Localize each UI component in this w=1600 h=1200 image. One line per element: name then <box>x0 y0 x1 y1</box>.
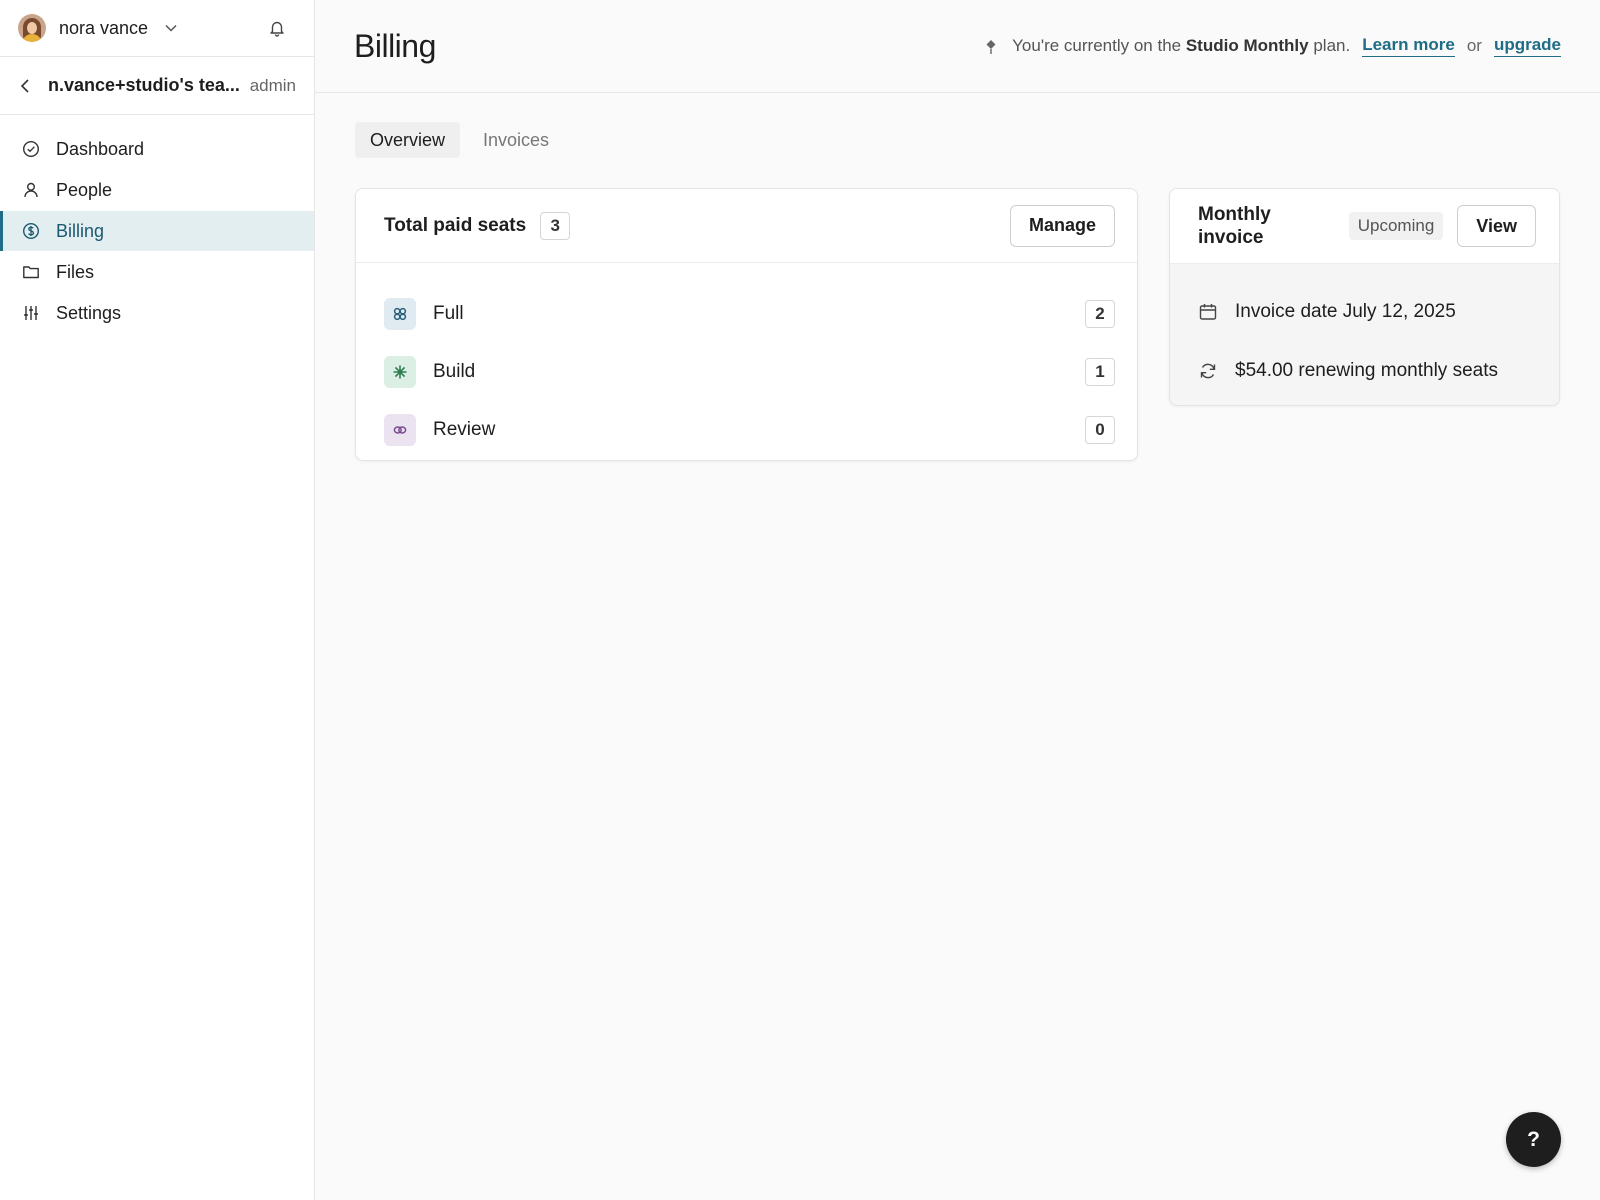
seat-label: Review <box>433 419 496 440</box>
sidebar-item-label: Settings <box>56 302 122 323</box>
help-button[interactable]: ? <box>1506 1112 1561 1167</box>
team-switcher[interactable]: n.vance+studio's tea... admin <box>0 57 314 115</box>
seat-label: Full <box>433 303 464 324</box>
seat-count: 1 <box>1085 358 1115 386</box>
sidebar-item-settings[interactable]: Settings <box>0 293 314 333</box>
dollar-circle-icon <box>22 222 40 240</box>
plan-prefix: You're currently on the <box>1012 36 1182 55</box>
user-name: nora vance <box>59 17 149 38</box>
seat-row-full: Full 2 <box>356 285 1137 343</box>
plan-suffix: plan. <box>1313 36 1351 55</box>
learn-more-link[interactable]: Learn more <box>1362 35 1455 57</box>
sidebar-item-files[interactable]: Files <box>0 252 314 292</box>
status-badge: Upcoming <box>1348 212 1444 240</box>
invoice-date: Invoice date July 12, 2025 <box>1235 300 1456 322</box>
refresh-icon <box>1198 361 1218 381</box>
seat-list: Full 2 Build 1 Review 0 <box>356 263 1137 459</box>
bell-icon[interactable] <box>268 19 286 37</box>
view-invoice-button[interactable]: View <box>1457 205 1536 247</box>
invoice-title: Monthly invoice <box>1198 204 1271 248</box>
sidebar-item-dashboard[interactable]: Dashboard <box>0 129 314 169</box>
seat-count: 0 <box>1085 416 1115 444</box>
team-role: admin <box>249 75 296 95</box>
paid-seats-card: Total paid seats 3 Manage Full 2 Build 1 <box>355 188 1138 461</box>
plan-name: Studio Monthly <box>1185 36 1309 55</box>
renewal-text: $54.00 renewing monthly seats <box>1235 359 1498 381</box>
invoice-details: Invoice date July 12, 2025 $54.00 renewi… <box>1170 263 1559 405</box>
tab-overview[interactable]: Overview <box>355 122 461 158</box>
invoice-header: Monthly invoice Upcoming View <box>1170 189 1559 263</box>
seat-row-review: Review 0 <box>356 401 1137 459</box>
manage-button[interactable]: Manage <box>1009 204 1115 247</box>
seat-count: 2 <box>1085 300 1115 328</box>
diamond-icon <box>986 39 996 54</box>
page-title: Billing <box>354 27 436 64</box>
sidebar-item-people[interactable]: People <box>0 170 314 210</box>
chevron-left-icon[interactable] <box>20 78 34 93</box>
full-seat-icon <box>384 298 416 330</box>
chevron-down-icon[interactable] <box>164 21 178 35</box>
sidebar-item-billing[interactable]: Billing <box>0 211 314 251</box>
invoice-date-row: Invoice date July 12, 2025 <box>1170 282 1559 341</box>
check-circle-icon <box>22 140 40 158</box>
sidebar: nora vance n.vance+studio's tea... admin… <box>0 0 315 1200</box>
paid-seats-header: Total paid seats 3 Manage <box>356 189 1137 263</box>
plan-notice: You're currently on the Studio Monthly p… <box>986 35 1561 57</box>
main-content: Billing You're currently on the Studio M… <box>315 0 1600 1200</box>
seat-label: Build <box>433 361 476 382</box>
paid-seats-title: Total paid seats <box>384 214 527 236</box>
total-seats-badge: 3 <box>540 211 571 240</box>
sidebar-item-label: Billing <box>56 220 105 241</box>
sidebar-item-label: People <box>56 179 113 200</box>
monthly-invoice-card: Monthly invoice Upcoming View Invoice da… <box>1169 188 1560 406</box>
tab-bar: Overview Invoices <box>355 122 572 158</box>
person-icon <box>22 181 40 199</box>
review-seat-icon <box>384 414 416 446</box>
avatar <box>18 14 46 42</box>
sidebar-item-label: Files <box>56 261 95 282</box>
sidebar-nav: Dashboard People Billing Files Settings <box>0 115 314 333</box>
sliders-icon <box>22 304 40 322</box>
renewal-row: $54.00 renewing monthly seats <box>1170 341 1559 400</box>
user-menu[interactable]: nora vance <box>0 0 314 57</box>
sidebar-item-label: Dashboard <box>56 138 145 159</box>
tab-invoices[interactable]: Invoices <box>468 122 564 158</box>
calendar-icon <box>1198 302 1218 322</box>
page-header: Billing You're currently on the Studio M… <box>315 0 1600 93</box>
upgrade-link[interactable]: upgrade <box>1493 35 1561 57</box>
team-name: n.vance+studio's tea... <box>48 75 240 95</box>
seat-row-build: Build 1 <box>356 343 1137 401</box>
or-text: or <box>1466 36 1482 55</box>
folder-icon <box>22 263 40 281</box>
build-seat-icon <box>384 356 416 388</box>
